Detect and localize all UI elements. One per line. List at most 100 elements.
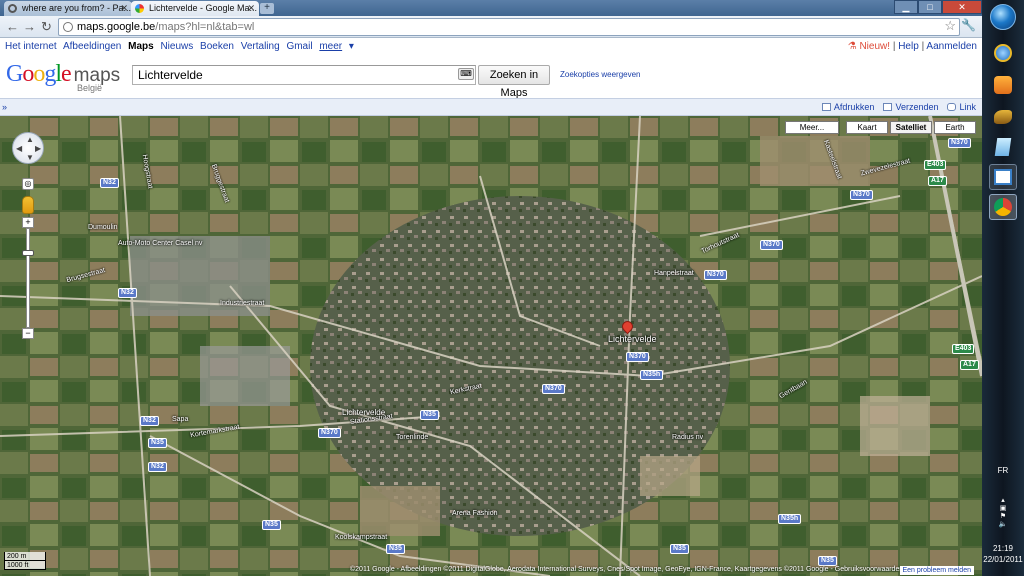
gbar-current-maps: Maps bbox=[128, 41, 154, 52]
tab-lichtervelde-maps[interactable]: Lichtervelde - Google Ma... ✕ bbox=[131, 1, 259, 16]
street-label: Auto-Moto Center Casel nv bbox=[118, 240, 203, 247]
gbar-link-news[interactable]: Nieuws bbox=[160, 41, 193, 52]
satellite-map[interactable]: Meer... Kaart Satelliet Earth ▲ ▼ ◀ ▶ ◎ … bbox=[0, 116, 982, 576]
sign-in-link[interactable]: Aanmelden bbox=[926, 41, 977, 52]
route-shield: N32 bbox=[148, 462, 167, 472]
separator: | bbox=[892, 41, 896, 52]
pan-right-icon[interactable]: ▶ bbox=[35, 145, 41, 153]
route-shield: N370 bbox=[850, 190, 873, 200]
reload-icon[interactable]: ↻ bbox=[41, 19, 52, 35]
map-copyright: ©2011 Google - Afbeeldingen ©2011 Digita… bbox=[350, 566, 904, 573]
envelope-icon bbox=[883, 103, 893, 111]
action-center-flag-icon[interactable]: ⚑ bbox=[986, 512, 1020, 520]
forward-arrow-icon[interactable]: → bbox=[23, 19, 36, 35]
route-shield: N35 bbox=[818, 556, 837, 566]
maximize-icon[interactable]: □ bbox=[918, 0, 942, 14]
system-tray: ▴ ▣ ⚑ 🔈 bbox=[986, 496, 1020, 528]
zoom-out-button[interactable]: − bbox=[22, 328, 34, 339]
new-features-link[interactable]: Nieuw! bbox=[859, 41, 890, 52]
address-bar[interactable]: maps.google.be/maps?hl=nl&tab=wl bbox=[58, 18, 960, 36]
gbar-link-gmail[interactable]: Gmail bbox=[286, 41, 312, 52]
pegman-icon[interactable] bbox=[22, 196, 34, 214]
flask-icon: ⚗ bbox=[847, 41, 860, 52]
expand-panel-icon[interactable]: » bbox=[2, 99, 7, 115]
pan-control[interactable]: ▲ ▼ ◀ ▶ bbox=[12, 132, 44, 164]
windows-start-orb-icon[interactable] bbox=[990, 4, 1016, 30]
windows-taskbar: FR ▴ ▣ ⚑ 🔈 21:19 22/01/2011 bbox=[982, 0, 1024, 576]
language-indicator[interactable]: FR bbox=[982, 466, 1024, 475]
maps-header: Google maps België Lichtervelde ⌨ Zoeken … bbox=[0, 58, 982, 99]
my-location-icon[interactable]: ◎ bbox=[22, 178, 34, 190]
street-label: Dumoulin bbox=[88, 224, 118, 231]
zoom-in-button[interactable]: + bbox=[22, 217, 34, 228]
route-shield: N370 bbox=[542, 384, 565, 394]
separator: | bbox=[921, 41, 925, 52]
street-label: Koolskampstraat bbox=[335, 534, 388, 541]
network-icon[interactable]: ▣ bbox=[986, 504, 1020, 512]
street-label: Industriestraat bbox=[220, 300, 265, 307]
back-arrow-icon[interactable]: ← bbox=[6, 19, 19, 35]
chrome-icon[interactable] bbox=[989, 194, 1017, 220]
more-layers-button[interactable]: Meer... bbox=[785, 121, 839, 134]
map-type-earth-button[interactable]: Earth bbox=[934, 121, 976, 134]
map-type-satellite-button[interactable]: Satelliet bbox=[890, 121, 932, 134]
station-label: Lichtervelde bbox=[342, 408, 386, 417]
google-maps-logo[interactable]: Google maps bbox=[6, 61, 120, 88]
gbar-link-web[interactable]: Het internet bbox=[5, 41, 57, 52]
show-hidden-icons-icon[interactable]: ▴ bbox=[986, 496, 1020, 504]
route-shield: N370 bbox=[760, 240, 783, 250]
clock-time: 21:19 bbox=[992, 544, 1014, 553]
route-shield: N35 bbox=[386, 544, 405, 554]
wrench-menu-icon[interactable]: 🔧 bbox=[961, 18, 976, 32]
close-tab-icon[interactable]: ✕ bbox=[120, 1, 128, 16]
street-label: Torenlinde bbox=[396, 434, 429, 441]
pan-left-icon[interactable]: ◀ bbox=[16, 145, 22, 153]
map-type-map-button[interactable]: Kaart bbox=[846, 121, 888, 134]
route-shield: N32 bbox=[140, 416, 159, 426]
help-link[interactable]: Help bbox=[898, 41, 919, 52]
region-label: België bbox=[77, 83, 103, 93]
search-options-link[interactable]: Zoekopties weergeven bbox=[560, 70, 641, 79]
zoom-slider-thumb[interactable] bbox=[22, 250, 34, 256]
pan-down-icon[interactable]: ▼ bbox=[26, 154, 34, 162]
chrome-loading-icon bbox=[8, 4, 17, 13]
chain-link-icon bbox=[947, 103, 957, 111]
send-link[interactable]: Verzenden bbox=[883, 99, 938, 115]
search-maps-button[interactable]: Zoeken in Maps bbox=[478, 65, 550, 99]
route-shield: N370 bbox=[318, 428, 341, 438]
clock[interactable]: 21:19 22/01/2011 bbox=[982, 543, 1024, 565]
media-player-icon[interactable] bbox=[989, 72, 1017, 98]
volume-icon[interactable]: 🔈 bbox=[986, 520, 1020, 528]
printer-icon bbox=[821, 103, 831, 111]
search-input[interactable]: Lichtervelde bbox=[132, 65, 476, 85]
gbar-link-translate[interactable]: Vertaling bbox=[241, 41, 280, 52]
internet-explorer-icon[interactable] bbox=[989, 40, 1017, 66]
notepad-icon[interactable] bbox=[989, 134, 1017, 160]
link-label: Link bbox=[959, 102, 976, 112]
winamp-icon[interactable] bbox=[989, 104, 1017, 130]
window-close-icon[interactable]: ✕ bbox=[942, 0, 982, 14]
route-shield: N32 bbox=[118, 288, 137, 298]
keyboard-icon[interactable]: ⌨ bbox=[458, 68, 474, 80]
route-shield: N32 bbox=[100, 178, 119, 188]
highway-shield: A17 bbox=[928, 176, 947, 186]
link-link[interactable]: Link bbox=[947, 99, 976, 115]
gbar-link-images[interactable]: Afbeeldingen bbox=[63, 41, 121, 52]
map-link-bar: » Afdrukken Verzenden Link bbox=[0, 98, 982, 116]
route-shield: N370 bbox=[704, 270, 727, 280]
gbar-link-books[interactable]: Boeken bbox=[200, 41, 234, 52]
bookmark-star-icon[interactable]: ☆ bbox=[944, 18, 956, 34]
print-link[interactable]: Afdrukken bbox=[821, 99, 874, 115]
zoom-slider-track[interactable] bbox=[26, 228, 30, 328]
minimize-icon[interactable]: ▁ bbox=[894, 0, 918, 14]
report-problem-link[interactable]: Een probleem melden bbox=[899, 566, 974, 575]
gbar-link-more[interactable]: meer bbox=[319, 41, 342, 52]
tab-where-are-you-from[interactable]: where are you from? - Pa... ✕ bbox=[4, 1, 132, 16]
clock-date: 22/01/2011 bbox=[983, 555, 1023, 564]
pan-up-icon[interactable]: ▲ bbox=[26, 136, 34, 144]
new-tab-button[interactable]: + bbox=[260, 3, 274, 14]
close-tab-icon[interactable]: ✕ bbox=[247, 1, 255, 16]
highway-shield: E403 bbox=[952, 344, 975, 354]
google-maps-favicon-icon bbox=[135, 4, 144, 13]
app-window-icon[interactable] bbox=[989, 164, 1017, 190]
